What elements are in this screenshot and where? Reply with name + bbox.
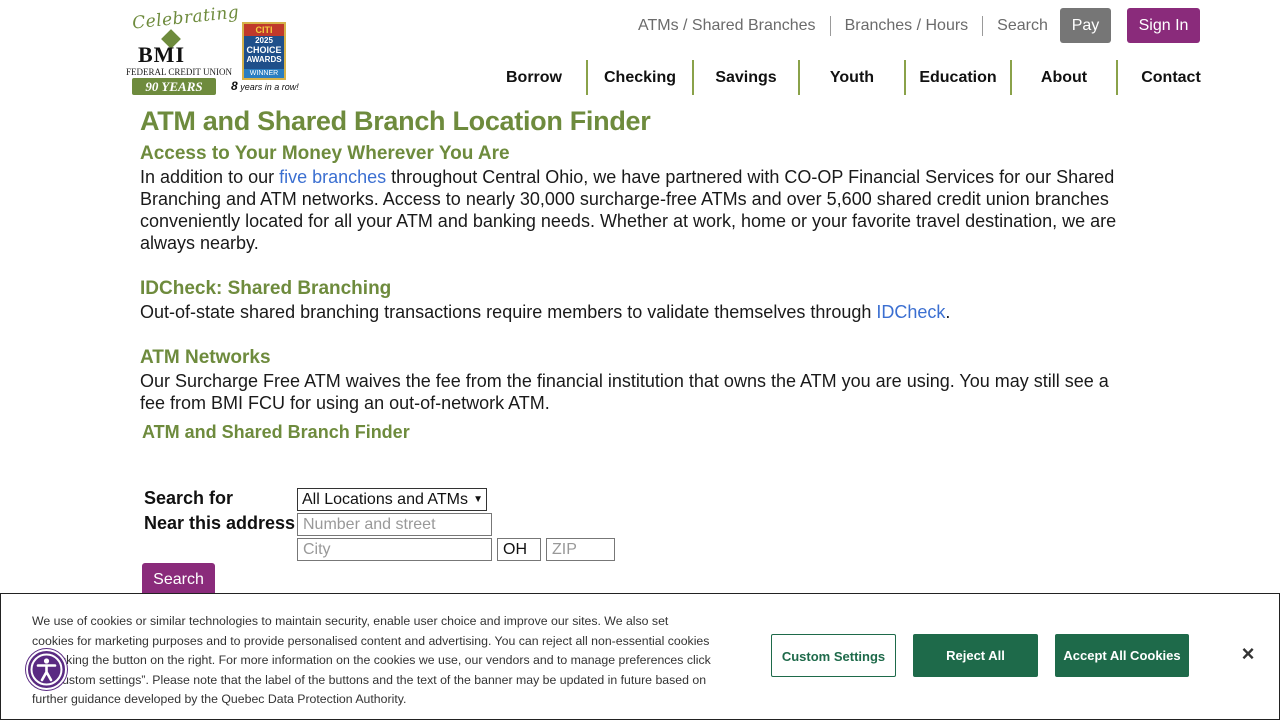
accessibility-icon[interactable]: [26, 649, 67, 690]
award-choice-text: CHOICE: [246, 45, 282, 55]
cookie-banner: We use of cookies or similar technologie…: [0, 593, 1280, 720]
main-nav: Borrow Checking Savings Youth Education …: [482, 60, 1224, 95]
award-badge-icon: CITI 2025 CHOICE AWARDS WINNER: [242, 22, 286, 80]
close-icon[interactable]: ×: [1235, 641, 1261, 667]
award-tagline: 8 years in a row!: [231, 79, 301, 93]
reject-all-button[interactable]: Reject All: [913, 634, 1038, 677]
idcheck-link[interactable]: IDCheck: [876, 302, 945, 322]
street-input[interactable]: Number and street: [297, 513, 492, 536]
idcheck-text-after: .: [945, 302, 951, 322]
nav-education[interactable]: Education: [906, 60, 1012, 95]
finder-search-button[interactable]: Search: [142, 563, 215, 596]
search-for-label: Search for: [144, 488, 234, 508]
idcheck-text-before: Out-of-state shared branching transactio…: [140, 302, 877, 322]
custom-settings-button[interactable]: Custom Settings: [771, 634, 896, 677]
accept-all-cookies-button[interactable]: Accept All Cookies: [1055, 634, 1189, 677]
award-winner-text: WINNER: [244, 69, 284, 78]
citi-choice-award: CITI 2025 CHOICE AWARDS WINNER 8 years i…: [231, 22, 299, 93]
section-text-atm-networks: Our Surcharge Free ATM waives the fee fr…: [140, 371, 1109, 413]
nav-savings[interactable]: Savings: [694, 60, 800, 95]
chevron-down-icon: ▼: [473, 494, 483, 505]
section-heading-atm-networks: ATM Networks: [140, 347, 271, 368]
utility-link-atms[interactable]: ATMs / Shared Branches: [624, 16, 830, 36]
logo-bmi-text: BMI: [138, 42, 185, 67]
state-input[interactable]: OH: [497, 538, 541, 561]
cookie-text: We use of cookies or similar technologie…: [32, 614, 711, 706]
section-heading-access: Access to Your Money Wherever You Are: [140, 143, 510, 164]
sign-in-button[interactable]: Sign In: [1127, 8, 1200, 43]
award-year: 2025: [255, 36, 273, 45]
utility-nav: ATMs / Shared Branches Branches / Hours …: [624, 8, 1062, 43]
utility-link-search[interactable]: Search: [982, 15, 1062, 36]
nav-about[interactable]: About: [1012, 60, 1118, 95]
award-tag-text: years in a row!: [240, 82, 299, 92]
main-content: ATM and Shared Branch Location Finder Ac…: [140, 104, 1130, 414]
location-type-select[interactable]: All Locations and ATMs ▼: [297, 488, 487, 511]
logo-fcu-text: FEDERAL CREDIT UNION: [126, 67, 232, 77]
logo-celebrating-text: Celebrating: [131, 2, 241, 34]
logo-90-years-ribbon: 90 YEARS: [132, 78, 216, 95]
near-address-label: Near this address: [144, 513, 296, 533]
finder-title: ATM and Shared Branch Finder: [142, 422, 410, 442]
access-text-before: In addition to our: [140, 167, 280, 187]
nav-checking[interactable]: Checking: [588, 60, 694, 95]
location-type-value: All Locations and ATMs: [302, 491, 469, 508]
bmi-logo[interactable]: Celebrating BMI FEDERAL CREDIT UNION 90 …: [124, 2, 240, 96]
section-text-access: In addition to our five branches through…: [140, 166, 1130, 254]
five-branches-link[interactable]: five branches: [279, 167, 386, 187]
section-text-idcheck: Out-of-state shared branching transactio…: [140, 301, 1130, 323]
utility-link-branches[interactable]: Branches / Hours: [829, 15, 983, 36]
award-top-text: CITI: [244, 24, 284, 36]
page-title: ATM and Shared Branch Location Finder: [140, 106, 651, 136]
pay-button[interactable]: Pay: [1060, 8, 1111, 43]
section-heading-idcheck: IDCheck: Shared Branching: [140, 278, 392, 299]
nav-contact[interactable]: Contact: [1118, 60, 1224, 95]
award-tag-number: 8: [231, 79, 238, 93]
nav-borrow[interactable]: Borrow: [482, 60, 588, 95]
accessibility-person-icon: [30, 653, 63, 686]
award-awards-text: AWARDS: [246, 55, 282, 64]
nav-youth[interactable]: Youth: [800, 60, 906, 95]
zip-input[interactable]: ZIP: [546, 538, 615, 561]
city-input[interactable]: City: [297, 538, 492, 561]
